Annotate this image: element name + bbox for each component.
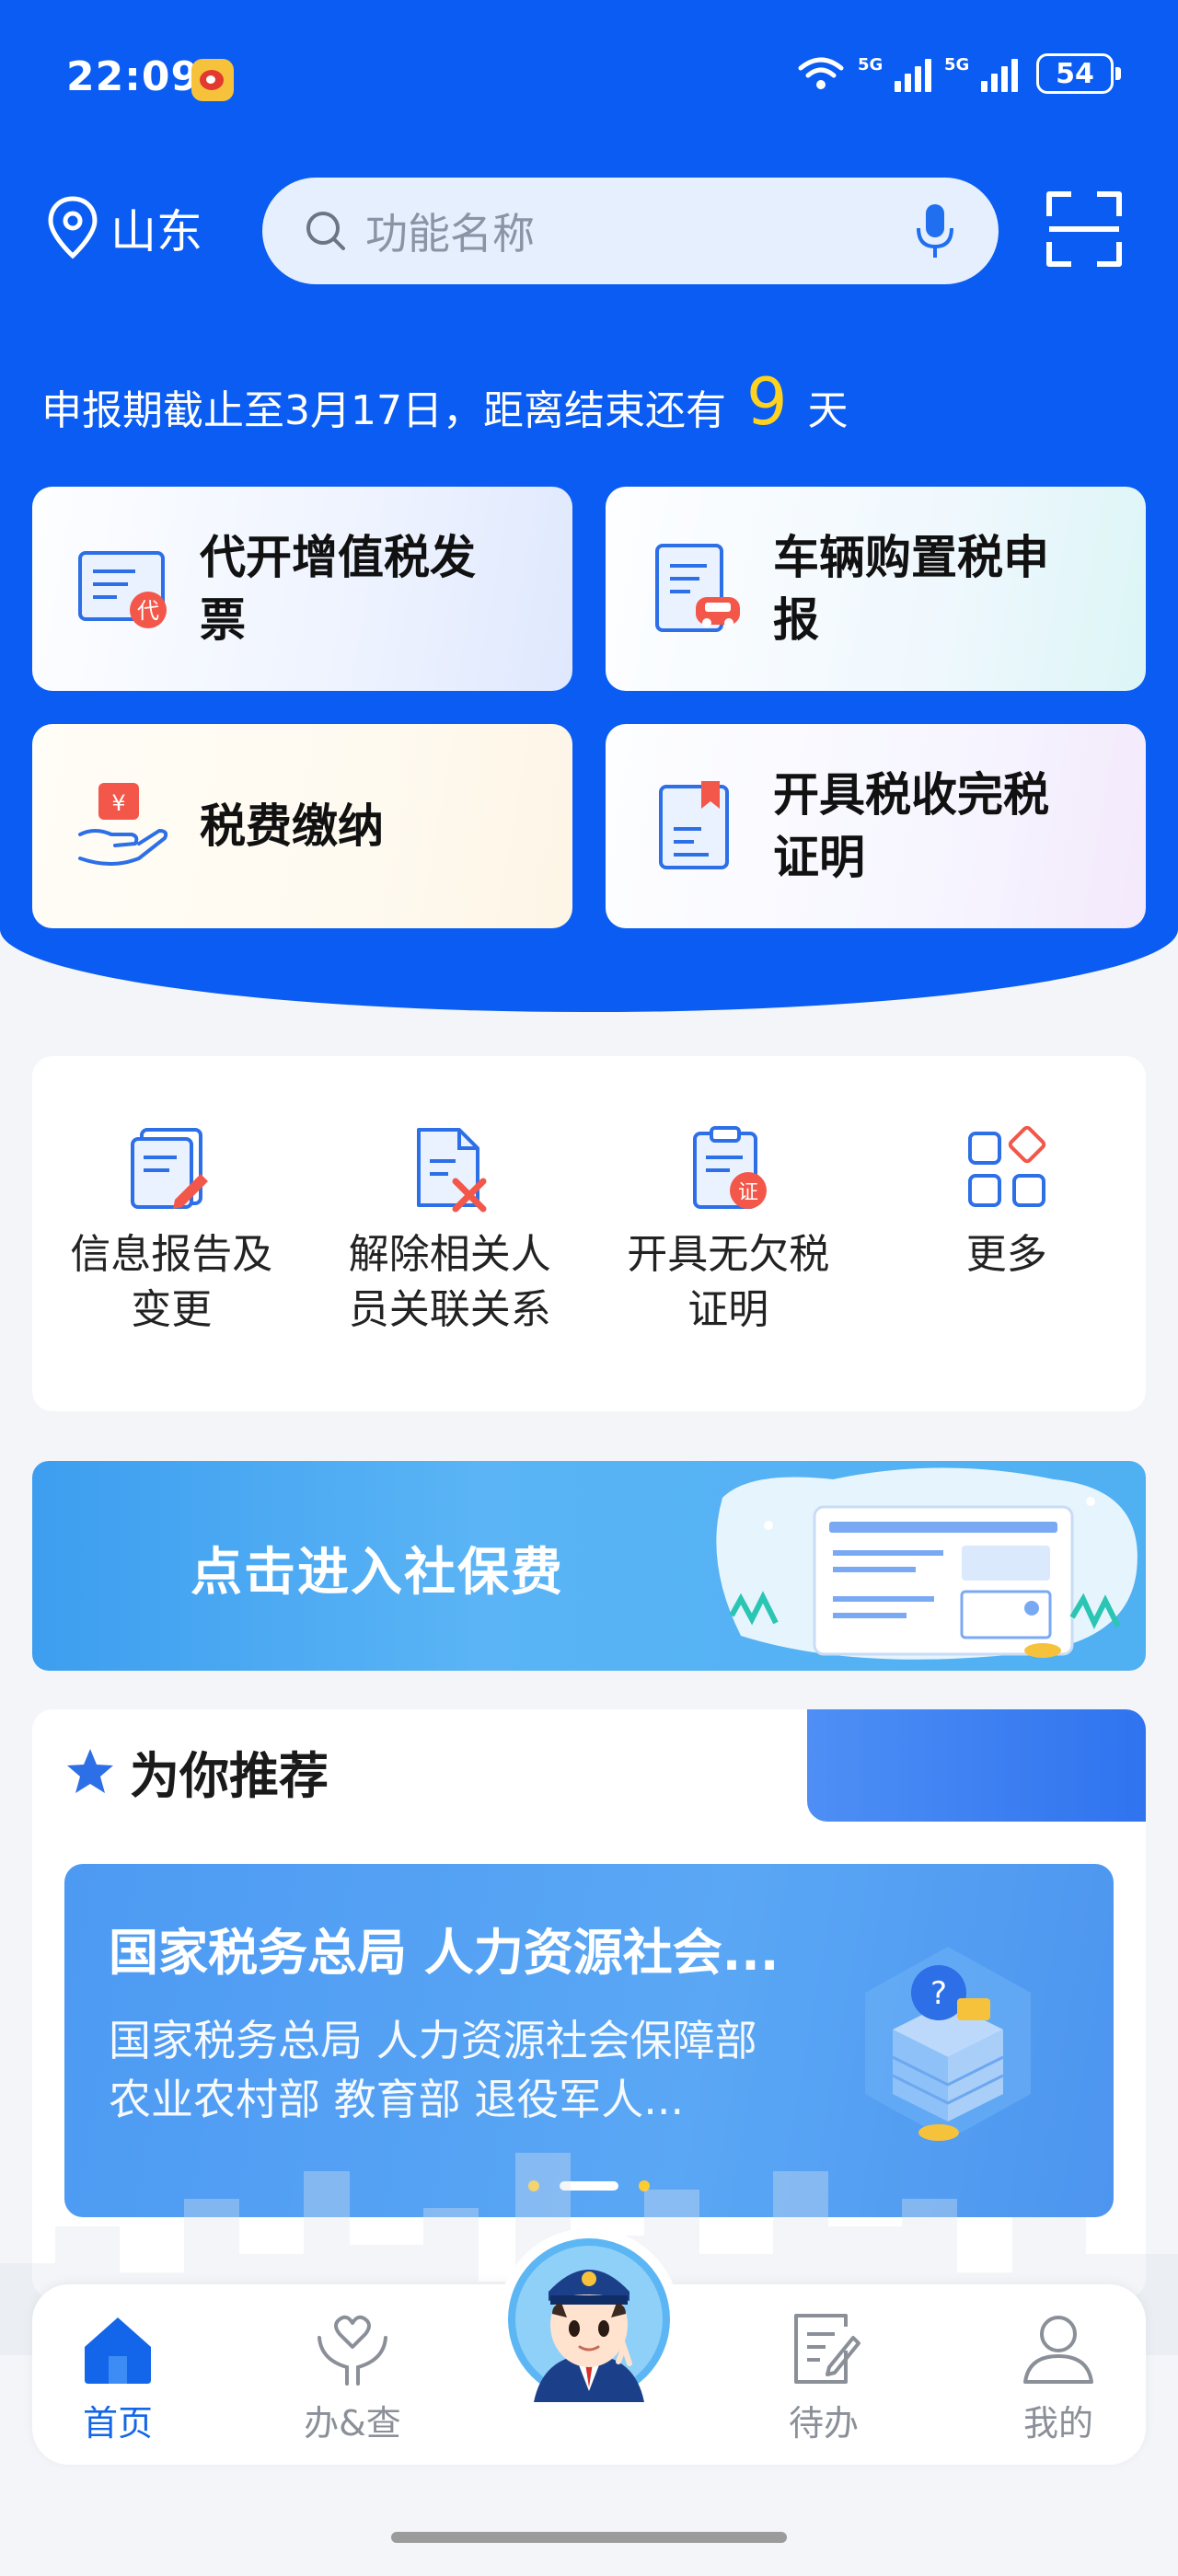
- signal-icon: 5G: [858, 55, 931, 92]
- home-indicator[interactable]: [391, 2532, 787, 2543]
- vehicle-tax-icon: [655, 544, 740, 632]
- tax-assistant-avatar[interactable]: [506, 2237, 672, 2402]
- tab-label: 办&查: [304, 2403, 401, 2444]
- quick-link-unlink[interactable]: 解除相关人员关联关系: [311, 1056, 590, 1411]
- social-insurance-banner[interactable]: 点击进入社保费: [32, 1461, 1146, 1671]
- heart-hands-icon: [318, 2315, 387, 2386]
- card-label: 税费缴纳: [200, 799, 384, 853]
- no-arrears-certificate-icon: 证: [693, 1126, 768, 1209]
- battery-level: 54: [1056, 57, 1094, 90]
- tax-payment-icon: ¥: [78, 783, 168, 866]
- search-placeholder: 功能名称: [365, 209, 535, 259]
- status-bar: 22:09 5G 5G 54: [0, 0, 1178, 156]
- recommend-card-desc: 国家税务总局 人力资源社会保障部 农业农村部 教育部 退役军人...: [109, 2016, 757, 2124]
- more-grid-icon: [967, 1125, 1045, 1207]
- notice-suffix: 天: [807, 387, 849, 434]
- search-icon: [306, 212, 345, 250]
- tab-home[interactable]: 首页: [44, 2310, 191, 2445]
- tab-handle-query[interactable]: 办&查: [279, 2310, 426, 2445]
- user-icon: [1023, 2316, 1093, 2384]
- quick-links-panel: 信息报告及变更 解除相关人员关联关系 证 开具无欠税证明 更多: [32, 1056, 1146, 1411]
- quick-link-no-arrears[interactable]: 证 开具无欠税证明: [589, 1056, 868, 1411]
- card-label: 开具税收完税证明: [773, 768, 1049, 884]
- svg-text:证: 证: [738, 1181, 758, 1204]
- tab-profile[interactable]: 我的: [985, 2310, 1132, 2445]
- card-vehicle-tax[interactable]: 车辆购置税申报: [606, 487, 1146, 691]
- recommend-header: 为你推荐: [64, 1735, 329, 1808]
- info-report-icon: [131, 1128, 209, 1209]
- banner-text: 点击进入社保费: [191, 1543, 564, 1603]
- wifi-icon: [798, 57, 844, 89]
- search-input[interactable]: 功能名称: [262, 178, 999, 284]
- quick-link-label: 解除相关人员关联关系: [348, 1231, 551, 1333]
- status-time: 22:09: [66, 53, 201, 100]
- home-icon: [85, 2317, 151, 2384]
- recommend-card-title: 国家税务总局 人力资源社会...: [109, 1924, 780, 1982]
- tab-label: 首页: [82, 2403, 153, 2444]
- quick-link-label: 开具无欠税证明: [627, 1231, 830, 1333]
- location-label: 山东: [110, 205, 202, 259]
- quick-link-info-report[interactable]: 信息报告及变更: [32, 1056, 311, 1411]
- location-selector[interactable]: 山东: [46, 195, 202, 261]
- unlink-icon: [416, 1128, 487, 1213]
- signal-icon: 5G: [944, 55, 1018, 92]
- microphone-icon[interactable]: [912, 201, 958, 261]
- recommend-tab-decoration: [807, 1709, 1146, 1822]
- card-tax-payment[interactable]: ¥ 税费缴纳: [32, 724, 572, 928]
- card-tax-certificate[interactable]: 开具税收完税证明: [606, 724, 1146, 928]
- notice-text: 申报期截止至3月17日，距离结束还有: [41, 387, 726, 434]
- star-icon: [67, 1748, 113, 1793]
- quick-link-label: 更多: [965, 1231, 1047, 1278]
- recommend-title: 为你推荐: [130, 1747, 329, 1805]
- location-pin-icon: [48, 196, 98, 259]
- svg-text:¥: ¥: [111, 790, 125, 816]
- tax-certificate-icon: [659, 781, 729, 869]
- scan-icon[interactable]: [1045, 190, 1123, 268]
- svg-text:代: 代: [137, 598, 159, 624]
- todo-icon: [794, 2314, 860, 2384]
- tab-label: 待办: [788, 2403, 859, 2444]
- banner-illustration: [716, 1467, 1138, 1660]
- deadline-notice: 申报期截止至3月17日，距离结束还有 9 天: [41, 364, 849, 440]
- card-label: 车辆购置税申报: [773, 531, 1049, 647]
- quick-link-label: 信息报告及变更: [70, 1231, 273, 1333]
- days-remaining: 9: [745, 364, 788, 440]
- tab-todo[interactable]: 待办: [750, 2310, 897, 2445]
- quick-link-more[interactable]: 更多: [868, 1056, 1147, 1411]
- tab-label: 我的: [1022, 2403, 1093, 2444]
- battery-icon: 54: [1036, 53, 1121, 94]
- svg-text:?: ?: [930, 1975, 947, 2012]
- card-label: 代开增值税发票: [200, 531, 476, 647]
- card-vat-invoice[interactable]: 代 代开增值税发票: [32, 487, 572, 691]
- invoice-icon: 代: [78, 551, 167, 628]
- weibo-notification-icon: [191, 59, 234, 101]
